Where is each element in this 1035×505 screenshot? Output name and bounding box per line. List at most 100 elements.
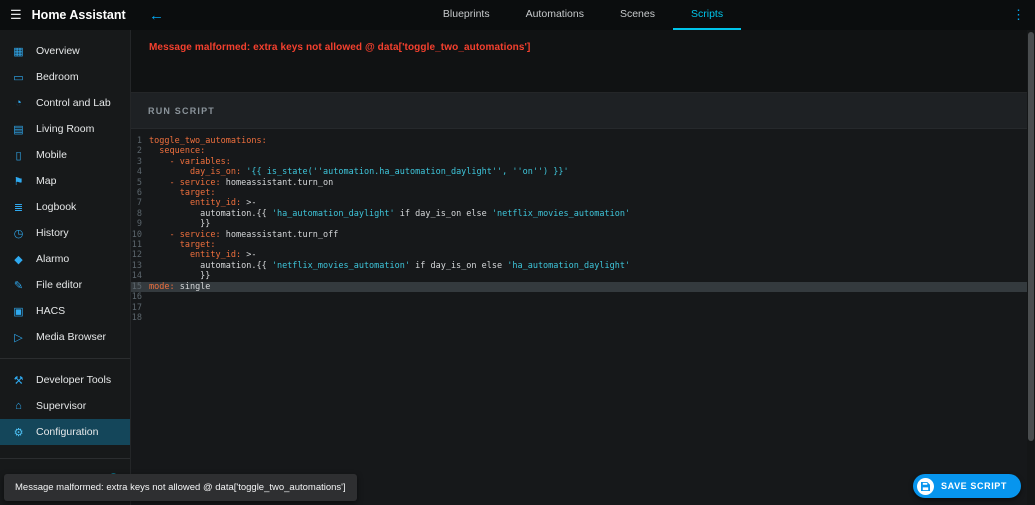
code-line[interactable]: 14 }} — [131, 271, 1027, 281]
code-line[interactable]: 7 entity_id: >- — [131, 198, 1027, 208]
code-line[interactable]: 10 - service: homeassistant.turn_off — [131, 230, 1027, 240]
sidebar-item-label: File editor — [36, 279, 83, 291]
sidebar: ▦ Overview ▭ Bedroom ◔ Control and Lab ▤ Living… — [0, 30, 131, 505]
controls-icon: ◔ — [15, 97, 22, 109]
toast-message: Message malformed: extra keys not allowe… — [4, 474, 357, 501]
code-line[interactable]: 18 — [131, 313, 1027, 323]
sidebar-header: ☰ Home Assistant — [0, 0, 131, 30]
code-line[interactable]: 2 sequence: — [131, 146, 1027, 156]
code-text: - service: homeassistant.turn_on — [149, 177, 334, 188]
sidebar-item-label: Map — [36, 175, 57, 187]
line-number: 8 — [136, 208, 142, 219]
save-floppy-icon — [917, 477, 935, 495]
code-text: sequence: — [149, 146, 206, 157]
sidebar-item-label: Alarmo — [36, 253, 70, 265]
sidebar-item-overview[interactable]: ▦ Overview — [0, 38, 130, 64]
sidebar-item-label: Logbook — [36, 201, 77, 213]
sidebar-item-developer-tools[interactable]: ⚒ Developer Tools — [0, 367, 130, 393]
code-line[interactable]: 12 entity_id: >- — [131, 250, 1027, 260]
code-line[interactable]: 6 target: — [131, 188, 1027, 198]
hamburger-menu-icon[interactable]: ☰ — [10, 7, 22, 23]
code-line[interactable]: 11 target: — [131, 240, 1027, 250]
code-line[interactable]: 17 — [131, 303, 1027, 313]
supervisor-home-icon: ⌂ — [15, 400, 22, 412]
code-line[interactable]: 13 automation.{{ 'netflix_movies_automat… — [131, 261, 1027, 271]
line-number: 13 — [131, 260, 142, 271]
gear-icon: ⚙ — [13, 426, 24, 439]
pencil-icon: ✎ — [13, 279, 24, 292]
error-message: Message malformed: extra keys not allowe… — [149, 42, 531, 53]
sofa-icon: ▤ — [13, 123, 24, 136]
yaml-code-editor[interactable]: 1 toggle_two_automations: 2 sequence: 3 - v… — [131, 130, 1027, 505]
code-line[interactable]: 9 }} — [131, 219, 1027, 229]
code-text: }} — [149, 219, 211, 230]
line-number: 2 — [136, 146, 142, 157]
map-marker-icon: ⚑ — [13, 175, 24, 188]
developer-tools-icon: ⚒ — [13, 374, 24, 387]
hacs-icon: ▣ — [13, 305, 24, 318]
code-text: entity_id: >- — [149, 198, 257, 209]
scrollbar-thumb[interactable] — [1028, 32, 1034, 441]
sidebar-item-supervisor[interactable]: ⌂ Supervisor — [0, 393, 130, 419]
phone-icon: ▯ — [15, 149, 22, 162]
code-line[interactable]: 4 day_is_on: '{{ is_state(''automation.h… — [131, 167, 1027, 177]
tab-blueprints[interactable]: Blueprints — [425, 0, 508, 30]
sidebar-divider — [0, 458, 130, 459]
sidebar-item-file-editor[interactable]: ✎ File editor — [0, 272, 130, 298]
code-text: day_is_on: '{{ is_state(''automation.ha_… — [149, 167, 569, 178]
sidebar-item-label: Overview — [36, 45, 80, 57]
sidebar-item-label: Living Room — [36, 123, 95, 135]
sidebar-item-mobile[interactable]: ▯ Mobile — [0, 142, 130, 168]
line-number: 1 — [136, 136, 142, 146]
tab-automations[interactable]: Automations — [508, 0, 602, 30]
sidebar-item-label: Supervisor — [36, 400, 87, 412]
line-number: 7 — [136, 198, 142, 209]
line-number: 17 — [131, 302, 142, 313]
vertical-scrollbar[interactable] — [1027, 30, 1035, 505]
back-arrow-icon[interactable]: ← — [149, 0, 164, 30]
code-text: target: — [149, 240, 216, 251]
code-text: automation.{{ 'netflix_movies_automation… — [149, 260, 631, 271]
save-script-button[interactable]: SAVE SCRIPT — [913, 474, 1021, 498]
sidebar-item-control-and-lab[interactable]: ◔ Control and Lab — [0, 90, 130, 116]
sidebar-item-configuration[interactable]: ⚙ Configuration — [0, 419, 130, 445]
sidebar-item-map[interactable]: ⚑ Map — [0, 168, 130, 194]
line-number: 4 — [136, 167, 142, 178]
overflow-menu-icon[interactable]: ⋮ — [1012, 0, 1025, 30]
code-line[interactable]: 5 - service: homeassistant.turn_on — [131, 178, 1027, 188]
sidebar-item-logbook[interactable]: ≣ Logbook — [0, 194, 130, 220]
sidebar-item-alarmo[interactable]: ◆ Alarmo — [0, 246, 130, 272]
sidebar-item-label: HACS — [36, 305, 66, 317]
line-number: 10 — [131, 229, 142, 240]
code-text: automation.{{ 'ha_automation_daylight' i… — [149, 208, 631, 219]
sidebar-item-bedroom[interactable]: ▭ Bedroom — [0, 64, 130, 90]
bed-icon: ▭ — [13, 71, 24, 84]
sidebar-item-history[interactable]: ◷ History — [0, 220, 130, 246]
run-script-header[interactable]: RUN SCRIPT — [131, 93, 1027, 129]
code-line[interactable]: 15 mode: single — [131, 281, 1027, 293]
code-text: mode: single — [149, 281, 211, 292]
shield-icon: ◆ — [14, 253, 23, 266]
save-script-label: SAVE SCRIPT — [941, 481, 1007, 491]
view-dashboard-icon: ▦ — [13, 45, 24, 58]
top-bar: ☰ Home Assistant ← Blueprints Automations… — [0, 0, 1035, 30]
sidebar-item-hacs[interactable]: ▣ HACS — [0, 298, 130, 324]
script-editor-card: RUN SCRIPT 1 toggle_two_automations: 2 seq… — [131, 92, 1027, 505]
code-line[interactable]: 3 - variables: — [131, 157, 1027, 167]
sidebar-divider — [0, 358, 130, 359]
tab-scripts[interactable]: Scripts — [673, 0, 742, 30]
line-number: 3 — [136, 156, 142, 167]
tab-scenes[interactable]: Scenes — [602, 0, 673, 30]
code-line[interactable]: 16 — [131, 292, 1027, 302]
sidebar-item-media-browser[interactable]: ▷ Media Browser — [0, 324, 130, 350]
line-number: 15 — [131, 281, 142, 292]
sidebar-item-label: Mobile — [36, 149, 67, 161]
line-number: 14 — [131, 271, 142, 282]
sidebar-item-living-room[interactable]: ▤ Living Room — [0, 116, 130, 142]
line-number: 6 — [136, 188, 142, 199]
code-text: }} — [149, 271, 211, 282]
line-number: 5 — [136, 177, 142, 188]
sidebar-item-label: Developer Tools — [36, 374, 112, 386]
code-line[interactable]: 1 toggle_two_automations: — [131, 136, 1027, 146]
code-line[interactable]: 8 automation.{{ 'ha_automation_daylight'… — [131, 209, 1027, 219]
